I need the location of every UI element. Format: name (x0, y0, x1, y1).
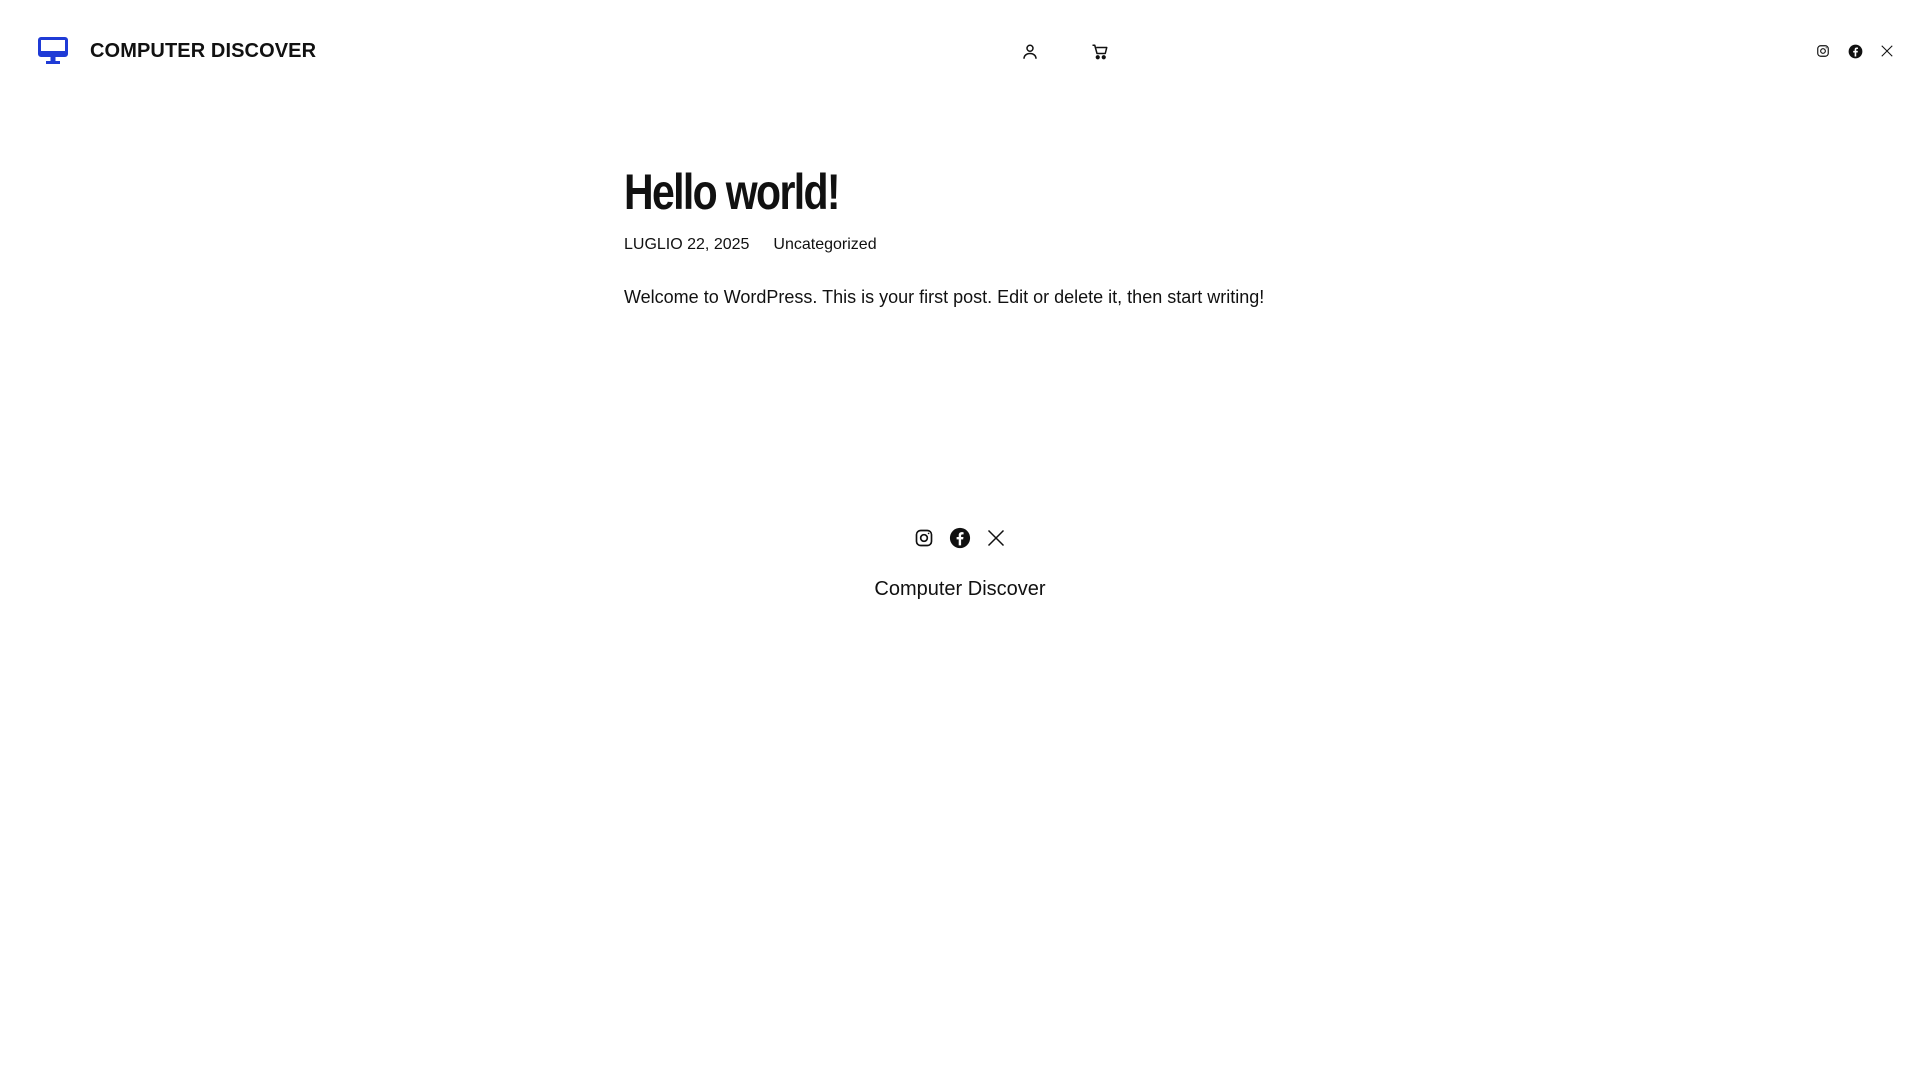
user-icon[interactable] (1019, 41, 1041, 63)
facebook-icon[interactable] (1846, 42, 1864, 60)
x-icon[interactable] (984, 526, 1008, 550)
footer-site-title[interactable]: Computer Discover (0, 578, 1920, 601)
post-title[interactable]: Hello world! (624, 164, 1198, 222)
post-content: Welcome to WordPress. This is your first… (624, 286, 1265, 307)
site-footer: Computer Discover (0, 526, 1920, 601)
post-category-link[interactable]: Uncategorized (773, 236, 876, 254)
instagram-icon[interactable] (1814, 42, 1832, 60)
post-date: LUGLIO 22, 2025 (624, 235, 750, 253)
header-social-links (1814, 42, 1896, 60)
x-icon[interactable] (1878, 42, 1896, 60)
site-brand[interactable]: COMPUTER DISCOVER (38, 36, 316, 66)
footer-social-links (0, 526, 1920, 550)
post-meta: LUGLIO 22, 2025 Uncategorized (624, 236, 1324, 254)
instagram-icon[interactable] (912, 526, 936, 550)
desktop-computer-icon (38, 36, 68, 66)
site-header: COMPUTER DISCOVER (0, 0, 1920, 106)
site-title: COMPUTER DISCOVER (90, 39, 317, 62)
post-article: Hello world! LUGLIO 22, 2025 Uncategoriz… (624, 164, 1324, 329)
header-actions (1019, 41, 1111, 63)
cart-icon[interactable] (1089, 41, 1111, 63)
facebook-icon[interactable] (948, 526, 972, 550)
